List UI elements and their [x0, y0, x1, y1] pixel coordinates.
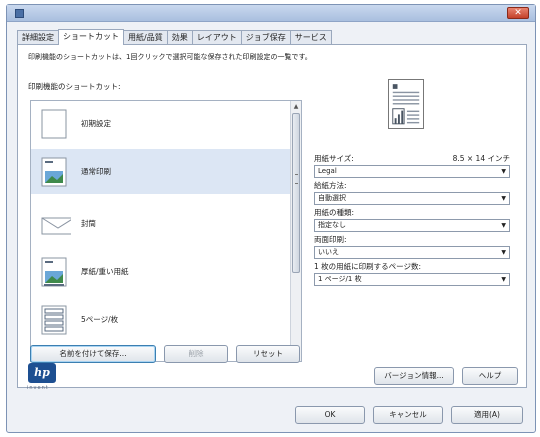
duplex-selected: いいえ: [318, 248, 339, 256]
shortcut-item-label: 厚紙/重い用紙: [81, 267, 129, 276]
scroll-up-arrow-icon[interactable]: ▲: [292, 102, 300, 112]
tab-layout[interactable]: レイアウト: [191, 30, 242, 45]
shortcut-item-everyday[interactable]: 通常印刷: [31, 149, 291, 194]
reset-button[interactable]: リセット: [236, 345, 300, 363]
shortcut-item-multi-page[interactable]: 5ページ/枚: [31, 297, 291, 342]
delete-button[interactable]: 削除: [164, 345, 228, 363]
pages-per-sheet-label: 1 枚の用紙に印刷するページ数:: [314, 262, 422, 271]
shortcut-list-heading: 印刷機能のショートカット:: [28, 82, 121, 91]
paper-size-combo[interactable]: Legal ▼: [314, 165, 510, 178]
duplex-combo[interactable]: いいえ ▼: [314, 246, 510, 259]
list-scrollbar[interactable]: ▲ ▼: [290, 101, 301, 361]
save-as-button[interactable]: 名前を付けて保存...: [30, 345, 156, 363]
hp-logo-tagline: invent: [27, 385, 49, 391]
chevron-down-icon: ▼: [501, 222, 506, 229]
about-button[interactable]: バージョン情報...: [374, 367, 454, 385]
printer-icon: [15, 9, 24, 18]
paper-type-combo[interactable]: 指定なし ▼: [314, 219, 510, 232]
shortcut-list[interactable]: 初期設定 通常印刷 封筒 厚紙/重い用紙 5ページ/枚 ▲: [30, 100, 302, 362]
heavy-paper-icon: [41, 257, 67, 287]
close-button[interactable]: ✕: [507, 7, 529, 19]
pages-per-sheet-combo[interactable]: 1 ページ/1 枚 ▼: [314, 273, 510, 286]
paper-source-label: 給紙方法:: [314, 181, 347, 190]
tab-shortcuts[interactable]: ショートカット: [58, 29, 124, 45]
multi-page-icon: [41, 305, 67, 335]
paper-size-value: 8.5 × 14 インチ: [452, 154, 510, 163]
shortcut-item-label: 5ページ/枚: [81, 315, 119, 324]
paper-size-selected: Legal: [318, 167, 337, 175]
photo-page-icon: [41, 157, 67, 187]
shortcuts-panel: 印刷機能のショートカットは、1回クリックで選択可能な保存された印刷設定の一覧です…: [17, 44, 527, 391]
paper-type-label: 用紙の種類:: [314, 208, 355, 217]
tab-paper-quality[interactable]: 用紙/品質: [123, 30, 168, 45]
duplex-label: 両面印刷:: [314, 235, 347, 244]
shortcut-item-label: 初期設定: [81, 119, 111, 128]
shortcut-item-envelopes[interactable]: 封筒: [31, 201, 291, 246]
hp-logo: hp: [28, 363, 56, 383]
title-bar: ✕: [7, 5, 535, 22]
paper-source-combo[interactable]: 自動選択 ▼: [314, 192, 510, 205]
grip-icon: [295, 174, 298, 184]
shortcuts-description: 印刷機能のショートカットは、1回クリックで選択可能な保存された印刷設定の一覧です…: [28, 53, 312, 61]
tab-strip: 詳細設定 ショートカット 用紙/品質 効果 レイアウト ジョブ保存 サービス: [17, 29, 332, 45]
shortcut-item-cardstock[interactable]: 厚紙/重い用紙: [31, 249, 291, 294]
apply-button[interactable]: 適用(A): [451, 406, 523, 424]
tab-services[interactable]: サービス: [289, 30, 332, 45]
paper-type-selected: 指定なし: [318, 221, 346, 229]
tab-job-storage[interactable]: ジョブ保存: [240, 30, 291, 45]
envelope-icon: [41, 217, 71, 235]
chevron-down-icon: ▼: [501, 249, 506, 256]
blank-page-icon: [41, 109, 67, 139]
chevron-down-icon: ▼: [501, 276, 506, 283]
cancel-button[interactable]: キャンセル: [373, 406, 443, 424]
paper-source-selected: 自動選択: [318, 194, 346, 202]
ok-button[interactable]: OK: [295, 406, 365, 424]
pages-per-sheet-selected: 1 ページ/1 枚: [318, 275, 362, 283]
chevron-down-icon: ▼: [501, 168, 506, 175]
tab-advanced[interactable]: 詳細設定: [17, 30, 59, 45]
shortcut-item-defaults[interactable]: 初期設定: [31, 101, 291, 146]
tab-effects[interactable]: 効果: [166, 30, 193, 45]
print-properties-dialog: ✕ 詳細設定 ショートカット 用紙/品質 効果 レイアウト ジョブ保存 サービス…: [6, 4, 536, 433]
shortcut-item-label: 通常印刷: [81, 167, 111, 176]
paper-size-label: 用紙サイズ:: [314, 154, 354, 163]
shortcut-item-label: 封筒: [81, 219, 96, 228]
scrollbar-thumb[interactable]: [292, 113, 300, 273]
page-preview: [388, 79, 424, 129]
chevron-down-icon: ▼: [501, 195, 506, 202]
help-button[interactable]: ヘルプ: [462, 367, 518, 385]
